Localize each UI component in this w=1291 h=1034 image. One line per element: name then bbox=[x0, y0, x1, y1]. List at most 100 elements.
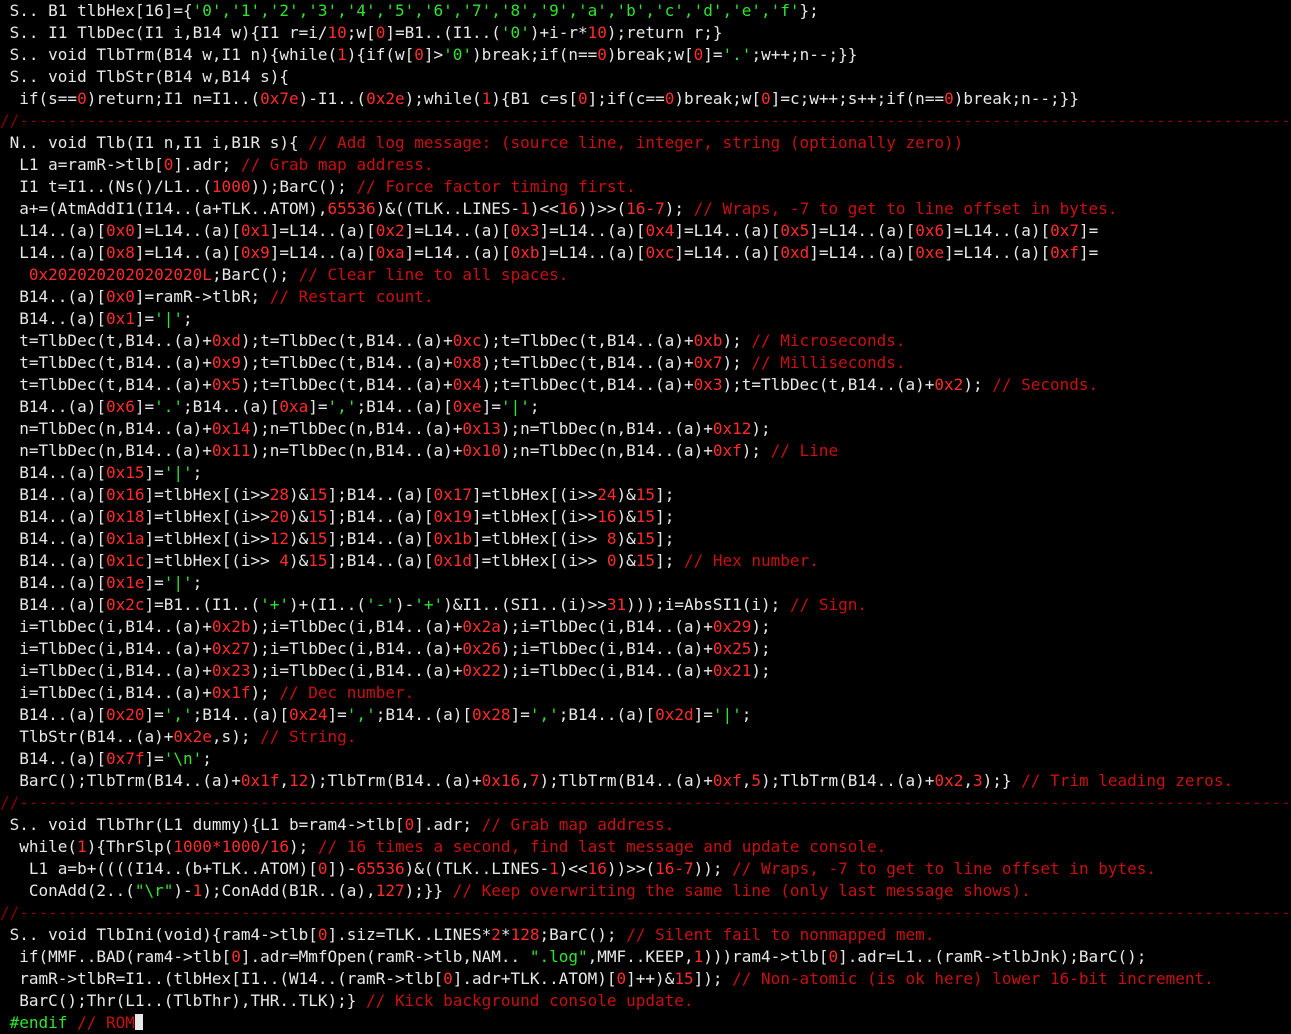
comment: // Keep overwriting the same line (only … bbox=[452, 881, 1031, 900]
number-literal: 0x2e bbox=[173, 727, 212, 746]
code-token: ]=tlbHex[(i>> bbox=[472, 529, 607, 548]
code-token: ].adr; bbox=[414, 815, 482, 834]
code-line[interactable]: ramR->tlbR=I1..(tlbHex[I1..(W14..(ramR->… bbox=[0, 968, 1291, 990]
number-literal: 0 bbox=[375, 23, 386, 42]
code-line[interactable]: I1 t=I1..(Ns()/L1..(1000));BarC(); // Fo… bbox=[0, 176, 1291, 198]
number-literal: 0x7 bbox=[1050, 221, 1079, 240]
number-literal: 0x7f bbox=[105, 749, 145, 768]
string-literal: '0' bbox=[443, 45, 473, 64]
code-token: ].adr=L1..(ramR->tlbJnk);BarC(); bbox=[838, 947, 1147, 966]
code-line[interactable]: a+=(AtmAddI1(I14..(a+TLK..ATOM),65536)&(… bbox=[0, 198, 1291, 220]
code-line[interactable]: S.. void TlbThr(L1 dummy){L1 b=ram4->tlb… bbox=[0, 814, 1291, 836]
code-line[interactable]: B14..(a)[0x1e]='|'; bbox=[0, 572, 1291, 594]
number-literal: 0x3 bbox=[693, 375, 723, 394]
code-token: B14..(a)[ bbox=[0, 485, 106, 504]
comment: // Kick background console update. bbox=[366, 991, 694, 1010]
code-token: ;w++;n--;}} bbox=[751, 45, 858, 64]
code-token: ]=tlbHex[(i>> bbox=[472, 485, 598, 504]
code-line[interactable]: B14..(a)[0x0]=ramR->tlbR; // Restart cou… bbox=[0, 286, 1291, 308]
number-literal: 0x1 bbox=[240, 221, 270, 240]
code-line[interactable]: #endif // ROM bbox=[0, 1012, 1291, 1034]
code-line[interactable]: S.. void TlbIni(void){ram4->tlb[0].siz=T… bbox=[0, 924, 1291, 946]
code-line[interactable]: B14..(a)[0x1]='|'; bbox=[0, 308, 1291, 330]
code-line[interactable]: B14..(a)[0x18]=tlbHex[(i>>20)&15];B14..(… bbox=[0, 506, 1291, 528]
code-token: );i=TlbDec(i,B14..(a)+ bbox=[500, 617, 713, 636]
code-line[interactable]: n=TlbDec(n,B14..(a)+0x14);n=TlbDec(n,B14… bbox=[0, 418, 1291, 440]
comment: // Grab map address. bbox=[240, 155, 434, 174]
code-editor[interactable]: S.. B1 tlbHex[16]={'0','1','2','3','4','… bbox=[0, 0, 1291, 1032]
code-line[interactable]: t=TlbDec(t,B14..(a)+0x9);t=TlbDec(t,B14.… bbox=[0, 352, 1291, 374]
code-line[interactable]: i=TlbDec(i,B14..(a)+0x2b);i=TlbDec(i,B14… bbox=[0, 616, 1291, 638]
code-line[interactable]: if(s==0)return;I1 n=I1..(0x7e)-I1..(0x2e… bbox=[0, 88, 1291, 110]
code-line[interactable]: t=TlbDec(t,B14..(a)+0x5);t=TlbDec(t,B14.… bbox=[0, 374, 1291, 396]
code-line[interactable]: L14..(a)[0x0]=L14..(a)[0x1]=L14..(a)[0x2… bbox=[0, 220, 1291, 242]
number-literal: 0x23 bbox=[211, 661, 251, 680]
code-line[interactable]: while(1){ThrSlp(1000*1000/16); // 16 tim… bbox=[0, 836, 1291, 858]
code-line[interactable]: L1 a=ramR->tlb[0].adr; // Grab map addre… bbox=[0, 154, 1291, 176]
code-line[interactable]: L14..(a)[0x8]=L14..(a)[0x9]=L14..(a)[0xa… bbox=[0, 242, 1291, 264]
code-line[interactable]: //--------------------------------------… bbox=[0, 902, 1291, 924]
number-literal: 127 bbox=[375, 881, 405, 900]
code-token: i=TlbDec(i,B14..(a)+ bbox=[0, 661, 212, 680]
code-token: )<< bbox=[558, 859, 588, 878]
code-token: ]=L14..(a)[ bbox=[404, 221, 511, 240]
code-line[interactable]: ConAdd(2..("\r")-1);ConAdd(B1R..(a),127)… bbox=[0, 880, 1291, 902]
code-line[interactable]: i=TlbDec(i,B14..(a)+0x1f); // Dec number… bbox=[0, 682, 1291, 704]
code-line[interactable]: TlbStr(B14..(a)+0x2e,s); // String. bbox=[0, 726, 1291, 748]
code-line[interactable]: BarC();TlbTrm(B14..(a)+0x1f,12);TlbTrm(B… bbox=[0, 770, 1291, 792]
number-literal: 0x7 bbox=[693, 353, 723, 372]
number-literal: 8 bbox=[606, 529, 617, 548]
code-token: ]); bbox=[693, 969, 733, 988]
code-line[interactable]: S.. B1 tlbHex[16]={'0','1','2','3','4','… bbox=[0, 0, 1291, 22]
code-line[interactable]: BarC();Thr(L1..(TlbThr),THR..TLK);} // K… bbox=[0, 990, 1291, 1012]
code-line[interactable]: B14..(a)[0x1c]=tlbHex[(i>> 4)&15];B14..(… bbox=[0, 550, 1291, 572]
code-token: ]=L14..(a)[ bbox=[809, 221, 916, 240]
code-token: BarC();Thr(L1..(TlbThr),THR..TLK);} bbox=[0, 991, 367, 1010]
code-token: ]= bbox=[510, 705, 530, 724]
number-literal: 4 bbox=[279, 551, 289, 570]
code-token: , bbox=[741, 771, 752, 790]
code-token: )- bbox=[394, 595, 415, 614]
code-token: ;B14..(a)[ bbox=[192, 705, 289, 724]
number-literal: 0x29 bbox=[712, 617, 752, 636]
code-token: ramR->tlbR=I1..(tlbHex[I1..(W14..(ramR->… bbox=[0, 969, 444, 988]
code-token: ]; bbox=[655, 507, 675, 526]
code-line[interactable]: n=TlbDec(n,B14..(a)+0x11);n=TlbDec(n,B14… bbox=[0, 440, 1291, 462]
code-line[interactable]: N.. void Tlb(I1 n,I1 i,B1R s){ // Add lo… bbox=[0, 132, 1291, 154]
code-line[interactable]: B14..(a)[0x20]=',';B14..(a)[0x24]=',';B1… bbox=[0, 704, 1291, 726]
code-line[interactable]: B14..(a)[0x1a]=tlbHex[(i>>12)&15];B14..(… bbox=[0, 528, 1291, 550]
code-line[interactable]: if(MMF..BAD(ram4->tlb[0].adr=MmfOpen(ram… bbox=[0, 946, 1291, 968]
code-line[interactable]: //--------------------------------------… bbox=[0, 110, 1291, 132]
code-line[interactable]: B14..(a)[0x7f]='\n'; bbox=[0, 748, 1291, 770]
code-line[interactable]: B14..(a)[0x16]=tlbHex[(i>>28)&15];B14..(… bbox=[0, 484, 1291, 506]
code-line[interactable]: S.. void TlbTrm(B14 w,I1 n){while(1){if(… bbox=[0, 44, 1291, 66]
number-literal: 0x0 bbox=[105, 287, 135, 306]
code-token: ]= bbox=[134, 309, 155, 328]
code-line[interactable]: //--------------------------------------… bbox=[0, 792, 1291, 814]
code-token: );t=TlbDec(t,B14..(a)+ bbox=[240, 331, 453, 350]
code-token: )break;w[ bbox=[674, 89, 762, 108]
code-line[interactable]: S.. void TlbStr(B14 w,B14 s){ bbox=[0, 66, 1291, 88]
code-line[interactable]: B14..(a)[0x6]='.';B14..(a)[0xa]=',';B14.… bbox=[0, 396, 1291, 418]
code-line[interactable]: B14..(a)[0x2c]=B1..(I1..('+')+(I1..('-')… bbox=[0, 594, 1291, 616]
code-token: ;BarC(); bbox=[211, 265, 299, 284]
code-line[interactable]: i=TlbDec(i,B14..(a)+0x27);i=TlbDec(i,B14… bbox=[0, 638, 1291, 660]
code-line[interactable]: i=TlbDec(i,B14..(a)+0x23);i=TlbDec(i,B14… bbox=[0, 660, 1291, 682]
code-token: S.. void TlbIni(void){ram4->tlb[ bbox=[0, 925, 318, 944]
code-line[interactable]: S.. I1 TlbDec(I1 i,B14 w){I1 r=i/10;w[0]… bbox=[0, 22, 1291, 44]
code-token: ].adr; bbox=[173, 155, 241, 174]
code-line[interactable]: B14..(a)[0x15]='|'; bbox=[0, 462, 1291, 484]
code-token: ]++)& bbox=[626, 969, 675, 988]
code-token: );t=TlbDec(t,B14..(a)+ bbox=[481, 353, 694, 372]
number-literal: 0 bbox=[606, 551, 617, 570]
code-line[interactable]: t=TlbDec(t,B14..(a)+0xd);t=TlbDec(t,B14.… bbox=[0, 330, 1291, 352]
number-literal: 0x2 bbox=[934, 771, 964, 790]
code-line[interactable]: 0x2020202020202020L;BarC(); // Clear lin… bbox=[0, 264, 1291, 286]
string-literal: '|' bbox=[500, 397, 530, 416]
code-token: L1 a=b+((((I14..(b+TLK..ATOM)[ bbox=[0, 859, 318, 878]
number-literal: 0x10 bbox=[462, 441, 501, 460]
string-literal: ',' bbox=[346, 705, 376, 724]
code-token: ; bbox=[183, 309, 193, 328]
code-token: ]=L14..(a)[ bbox=[944, 221, 1051, 240]
code-line[interactable]: L1 a=b+((((I14..(b+TLK..ATOM)[0])-65536)… bbox=[0, 858, 1291, 880]
